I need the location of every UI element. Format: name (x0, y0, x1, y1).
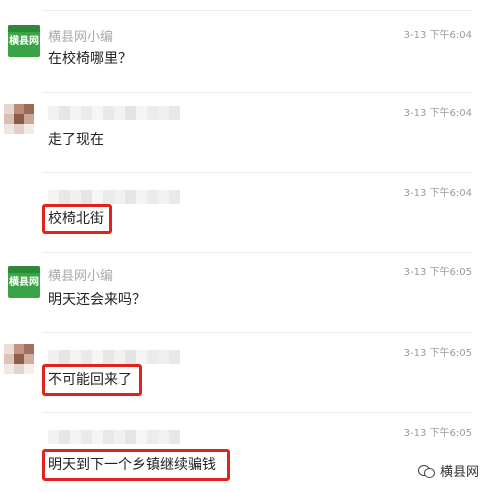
timestamp: 3-13 下午6:04 (403, 30, 472, 41)
message-text: 走了现在 (48, 132, 104, 148)
wechat-icon (417, 463, 436, 479)
sender-name: 横县网小编 (48, 269, 114, 284)
divider (42, 172, 473, 173)
watermark: 横县网 (417, 461, 479, 480)
message-text: 校椅北街 (48, 211, 104, 227)
logo-text: 横县网 (9, 277, 39, 288)
avatar[interactable]: 横县网 (8, 266, 40, 298)
message-item: 3-13 下午6:05 明天到下一个乡镇继续骗钱 (0, 412, 487, 492)
timestamp: 3-13 下午6:05 (403, 267, 472, 278)
message-item: 3-13 下午6:05 不可能回来了 (0, 332, 487, 412)
sender-name-redacted (48, 106, 180, 120)
message-item: 横县网 横县网小编 3-13 下午6:04 在校椅哪里？ (0, 0, 487, 80)
divider (42, 10, 473, 11)
timestamp: 3-13 下午6:05 (403, 428, 472, 439)
divider (42, 332, 473, 333)
avatar[interactable] (0, 342, 42, 382)
message-item: 横县网 横县网小编 3-13 下午6:05 明天还会来吗？ (0, 252, 487, 332)
timestamp: 3-13 下午6:05 (403, 348, 472, 359)
message-text: 不可能回来了 (48, 372, 132, 388)
message-item: 3-13 下午6:04 走了现在 (0, 80, 487, 170)
timestamp: 3-13 下午6:04 (403, 188, 472, 199)
message-text: 明天到下一个乡镇继续骗钱 (48, 457, 216, 473)
timestamp: 3-13 下午6:04 (403, 108, 472, 119)
sender-name-redacted (48, 350, 180, 364)
logo-text: 横县网 (9, 36, 39, 47)
message-item: 3-13 下午6:04 校椅北街 (0, 170, 487, 252)
sender-name-redacted (48, 190, 180, 204)
message-text: 在校椅哪里？ (48, 51, 132, 67)
divider (42, 252, 473, 253)
logo-stripe (8, 25, 40, 32)
avatar[interactable] (0, 102, 42, 142)
sender-name-redacted (48, 430, 180, 444)
sender-name: 横县网小编 (48, 30, 114, 45)
divider (42, 92, 473, 93)
message-text: 明天还会来吗？ (48, 292, 146, 308)
divider (42, 412, 473, 413)
avatar[interactable]: 横县网 (8, 25, 40, 57)
chat-history: 横县网 横县网小编 3-13 下午6:04 在校椅哪里？ 3-13 下午6:04… (0, 0, 487, 492)
watermark-text: 横县网 (439, 465, 479, 480)
logo-stripe (8, 266, 40, 273)
